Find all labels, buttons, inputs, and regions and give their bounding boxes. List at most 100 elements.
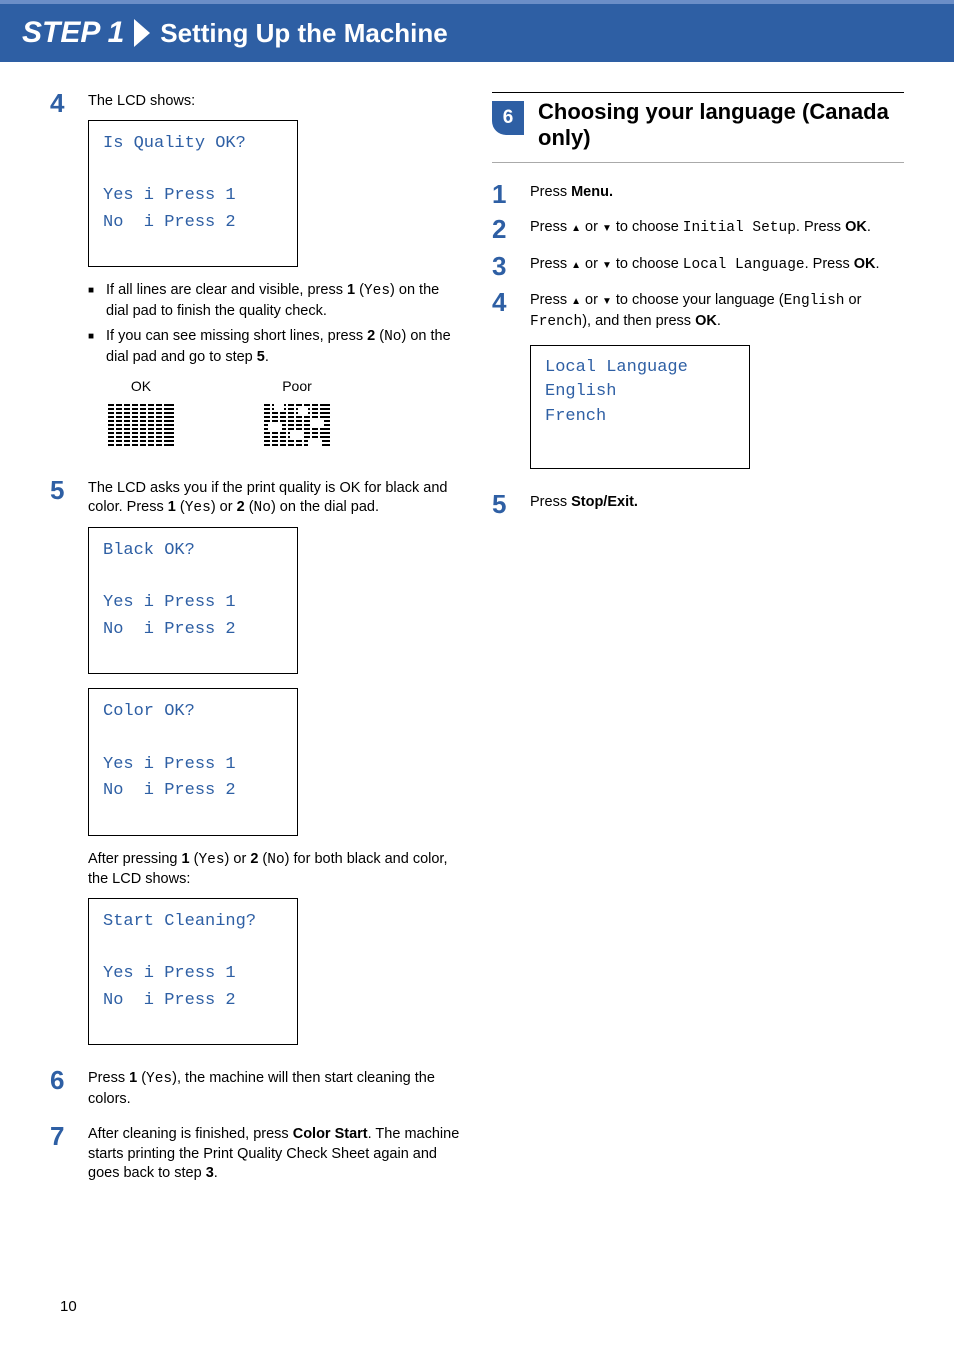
step-number: 3 xyxy=(492,253,530,279)
section-badge: 6 xyxy=(492,101,524,135)
text: or xyxy=(581,292,602,308)
step-ref: 5 xyxy=(257,349,265,365)
header-title: Setting Up the Machine xyxy=(160,18,447,49)
key: OK xyxy=(845,219,867,235)
up-arrow-icon xyxy=(571,219,581,235)
step-ref: 3 xyxy=(206,1165,214,1181)
rstep-4: 4 Press or to choose your language (Engl… xyxy=(492,291,904,482)
text: . Press xyxy=(805,256,854,272)
mono: French xyxy=(530,314,582,330)
mono: Yes xyxy=(185,500,211,516)
page-header: STEP 1 Setting Up the Machine xyxy=(0,4,954,62)
pattern-poor-icon xyxy=(264,402,330,450)
mono: Yes xyxy=(198,852,224,868)
poor-label: Poor xyxy=(264,377,330,396)
text: ), and then press xyxy=(582,313,695,329)
rstep3-text: Press or to choose Local Language. Press… xyxy=(530,255,904,276)
rstep4-text: Press or to choose your language (Englis… xyxy=(530,291,904,332)
text: to choose xyxy=(612,256,683,272)
rstep5-text: Press Stop/Exit. xyxy=(530,493,904,513)
text: If all lines are clear and visible, pres… xyxy=(106,282,347,298)
step6-text: Press 1 (Yes), the machine will then sta… xyxy=(88,1069,462,1109)
step7-text: After cleaning is finished, press Color … xyxy=(88,1125,462,1184)
lcd-local-language: Local Language English French xyxy=(530,345,750,469)
key: Color Start xyxy=(293,1126,368,1142)
step-7: 7 After cleaning is finished, press Colo… xyxy=(50,1125,462,1190)
quality-poor-sample: Poor xyxy=(264,377,330,456)
text: or xyxy=(844,292,861,308)
key: 1 xyxy=(168,499,176,515)
rstep-5: 5 Press Stop/Exit. xyxy=(492,493,904,519)
step-number: 7 xyxy=(50,1123,88,1149)
lcd-quality: Is Quality OK? Yes i Press 1 No i Press … xyxy=(88,120,298,267)
step-4: 4 The LCD shows: Is Quality OK? Yes i Pr… xyxy=(50,92,462,469)
mono: Initial Setup xyxy=(683,220,796,236)
key: 1 xyxy=(347,282,355,298)
text: or xyxy=(581,219,602,235)
text: After cleaning is finished, press xyxy=(88,1126,293,1142)
page-number: 10 xyxy=(60,1298,77,1315)
text: . xyxy=(717,313,721,329)
step-5: 5 The LCD asks you if the print quality … xyxy=(50,479,462,1059)
step-number: 4 xyxy=(50,90,88,116)
rstep-2: 2 Press or to choose Initial Setup. Pres… xyxy=(492,218,904,245)
key: OK xyxy=(854,256,876,272)
text: ) or xyxy=(211,499,237,515)
key: 1 xyxy=(182,851,190,867)
bullet-missing-lines: If you can see missing short lines, pres… xyxy=(88,327,462,367)
text: or xyxy=(581,256,602,272)
key: 2 xyxy=(250,851,258,867)
text: . xyxy=(867,219,871,235)
left-column: 4 The LCD shows: Is Quality OK? Yes i Pr… xyxy=(50,92,462,1200)
key: 1 xyxy=(129,1070,137,1086)
mono: No xyxy=(254,500,271,516)
right-column: 6 Choosing your language (Canada only) 1… xyxy=(492,92,904,1200)
lcd-black-ok: Black OK? Yes i Press 1 No i Press 2 xyxy=(88,527,298,674)
chevron-icon xyxy=(134,19,150,47)
step-number: 5 xyxy=(50,477,88,503)
lcd-color-ok: Color OK? Yes i Press 1 No i Press 2 xyxy=(88,688,298,835)
text: Press xyxy=(88,1070,129,1086)
quality-ok-sample: OK xyxy=(108,377,174,456)
text: . xyxy=(876,256,880,272)
step-label: STEP 1 xyxy=(22,16,124,50)
mono: Yes xyxy=(146,1071,172,1087)
text: to choose your language ( xyxy=(612,292,784,308)
bullet-clear-lines: If all lines are clear and visible, pres… xyxy=(88,281,462,321)
lcd-start-cleaning: Start Cleaning? Yes i Press 1 No i Press… xyxy=(88,898,298,1045)
text: ) on the dial pad. xyxy=(271,499,379,515)
up-arrow-icon xyxy=(571,292,581,308)
key: OK xyxy=(695,313,717,329)
text: Press xyxy=(530,494,571,510)
text: After pressing xyxy=(88,851,182,867)
step-6: 6 Press 1 (Yes), the machine will then s… xyxy=(50,1069,462,1115)
mono: Local Language xyxy=(683,257,805,273)
mono: English xyxy=(784,293,845,309)
text: ) or xyxy=(225,851,251,867)
rstep-1: 1 Press Menu. xyxy=(492,183,904,209)
text: Press xyxy=(530,219,571,235)
key: Stop/Exit. xyxy=(571,494,638,510)
down-arrow-icon xyxy=(602,256,612,272)
step5-after: After pressing 1 (Yes) or 2 (No) for bot… xyxy=(88,850,462,890)
section-6-header: 6 Choosing your language (Canada only) xyxy=(492,92,904,163)
step-number: 2 xyxy=(492,216,530,242)
text: to choose xyxy=(612,219,683,235)
key: 2 xyxy=(237,499,245,515)
step-number: 5 xyxy=(492,491,530,517)
down-arrow-icon xyxy=(602,292,612,308)
text: . Press xyxy=(796,219,845,235)
pattern-ok-icon xyxy=(108,402,174,450)
text: Press xyxy=(530,256,571,272)
step-number: 4 xyxy=(492,289,530,315)
text: Press xyxy=(530,292,571,308)
step-number: 6 xyxy=(50,1067,88,1093)
step5-text: The LCD asks you if the print quality is… xyxy=(88,479,462,519)
mono: No xyxy=(267,852,284,868)
mono: No xyxy=(384,329,401,345)
down-arrow-icon xyxy=(602,219,612,235)
step-number: 1 xyxy=(492,181,530,207)
ok-label: OK xyxy=(108,377,174,396)
rstep1-text: Press Menu. xyxy=(530,183,904,203)
mono: Yes xyxy=(364,283,390,299)
